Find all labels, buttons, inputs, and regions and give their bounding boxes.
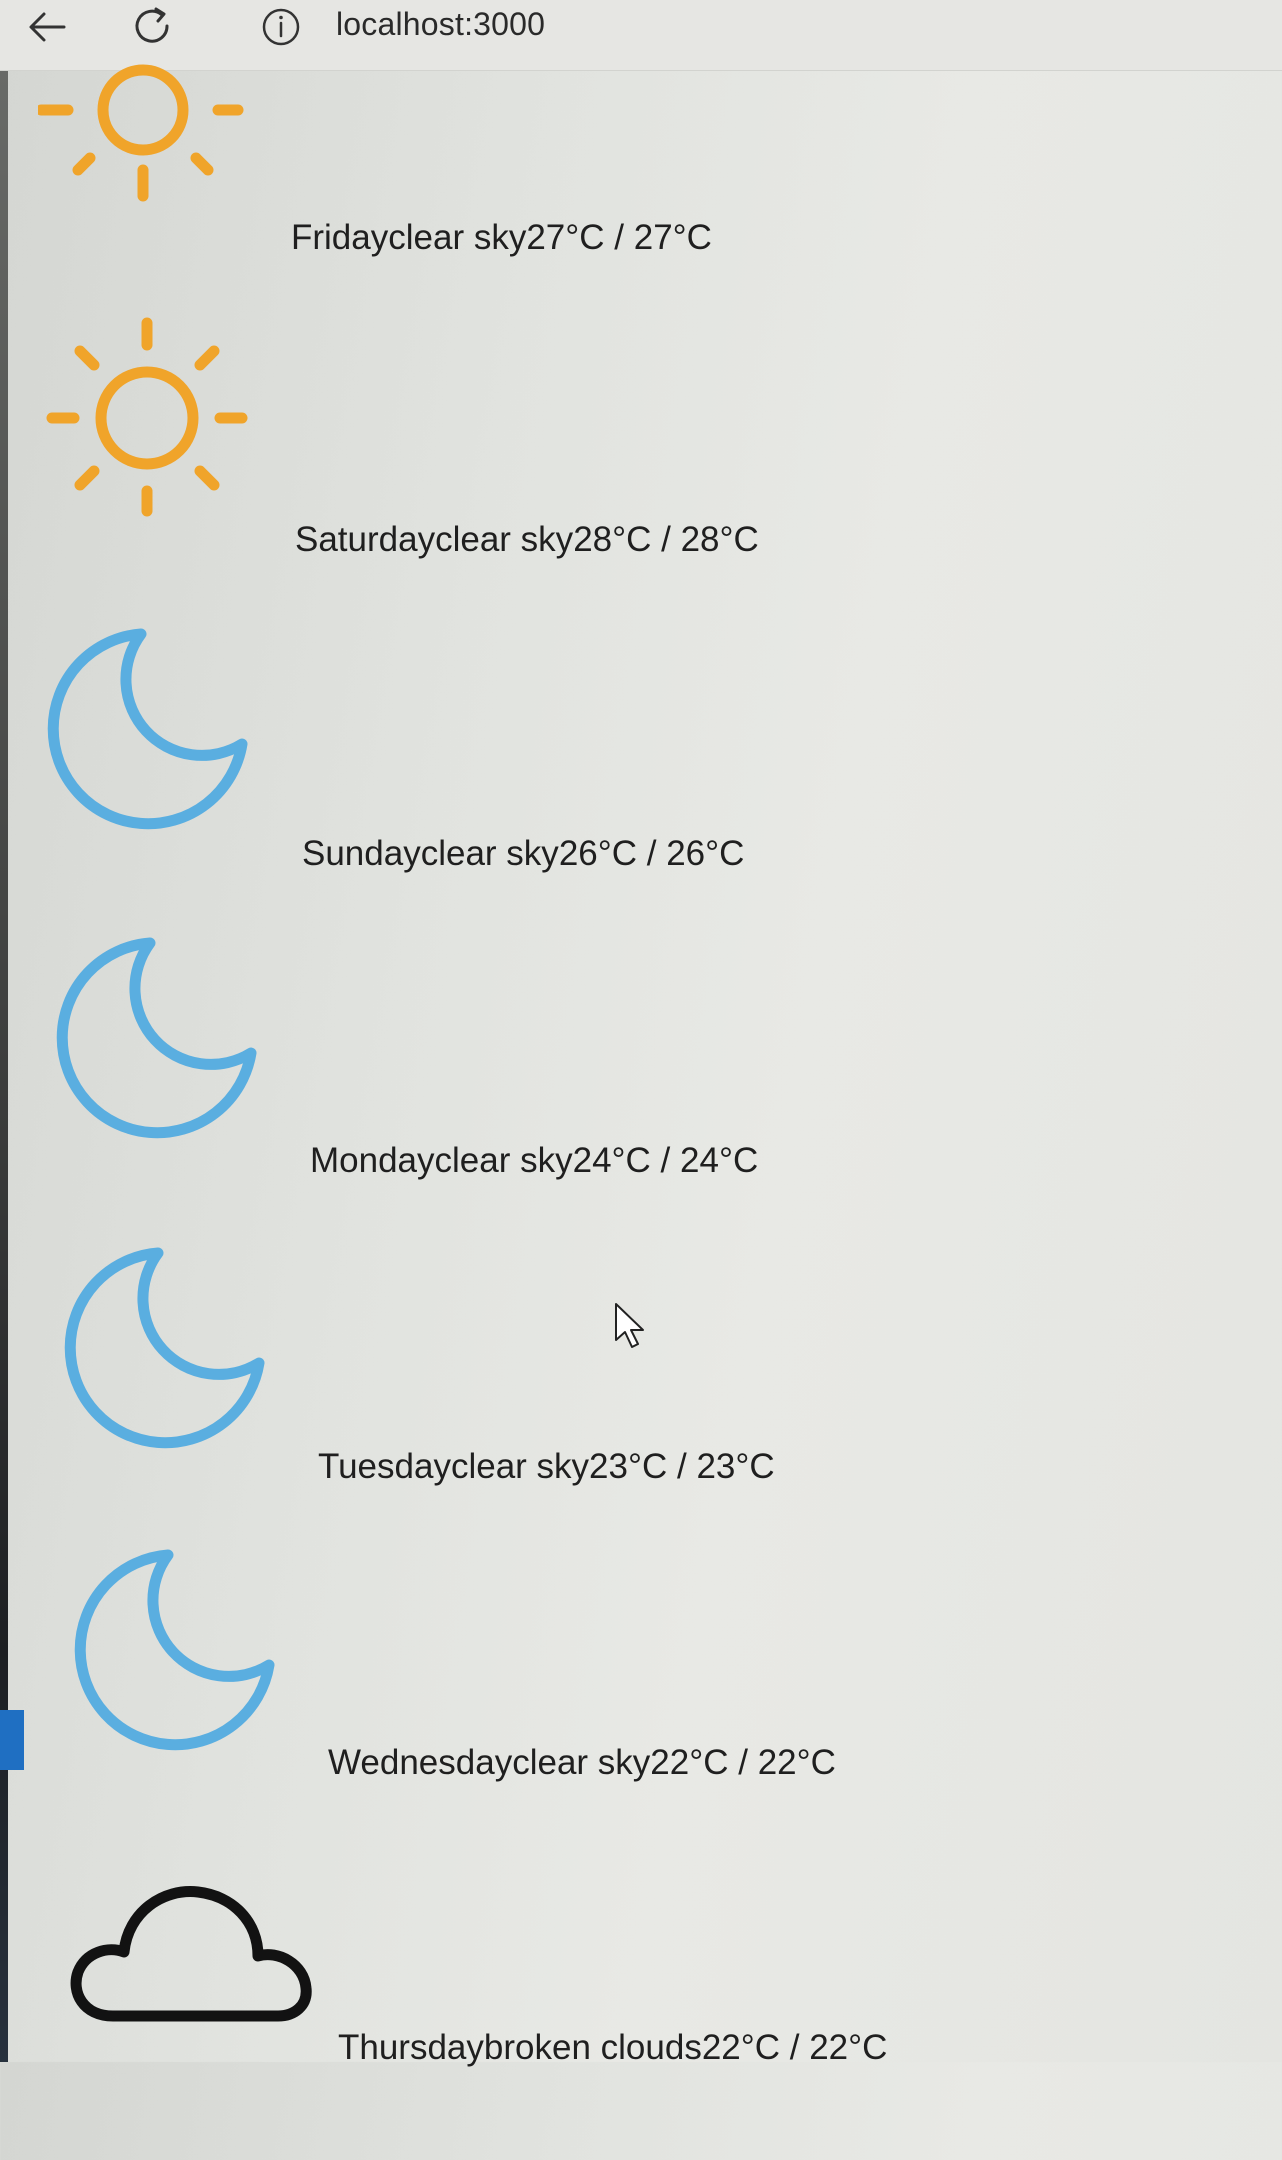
moon-icon [56, 937, 257, 1139]
temp-separator: / [667, 1447, 697, 1486]
sun-icon [38, 64, 244, 202]
temp-max: 23°C [589, 1447, 668, 1486]
weather-description: clear sky [450, 1447, 590, 1486]
temp-min: 22°C [757, 1743, 836, 1782]
forecast-item: Saturdayclear sky28°C / 28°C [42, 315, 1142, 615]
weather-description: clear sky [512, 1743, 651, 1782]
forecast-item: Tuesdayclear sky23°C / 23°C [63, 1243, 1163, 1543]
temp-max: 26°C [558, 834, 638, 873]
temp-separator: / [604, 218, 634, 257]
forecast-item: Fridayclear sky27°C / 27°C [38, 30, 1138, 330]
forecast-list: Fridayclear sky27°C / 27°C Saturdayclear… [0, 0, 1282, 2067]
day-name: Wednesday [328, 1743, 513, 1782]
sun-icon [46, 317, 248, 517]
temp-min: 28°C [680, 520, 759, 559]
forecast-text: Fridayclear sky27°C / 27°C [291, 218, 712, 258]
cloud-icon [70, 1886, 312, 2022]
day-name: Monday [310, 1141, 435, 1180]
temp-min: 26°C [666, 834, 745, 873]
forecast-item: Mondayclear sky24°C / 24°C [55, 933, 1155, 1233]
weather-description: clear sky [435, 520, 574, 559]
weather-description: clear sky [420, 834, 559, 873]
weather-description: clear sky [434, 1141, 573, 1180]
weather-description: broken clouds [483, 2028, 702, 2067]
forecast-text: Sundayclear sky26°C / 26°C [302, 834, 744, 874]
moon-icon [74, 1549, 275, 1751]
temp-max: 22°C [650, 1743, 729, 1782]
temp-separator: / [651, 520, 681, 559]
temp-separator: / [728, 1743, 758, 1782]
day-name: Sunday [302, 834, 421, 873]
day-name: Friday [291, 218, 389, 257]
forecast-text: Thursdaybroken clouds22°C / 22°C [338, 2028, 887, 2068]
forecast-text: Tuesdayclear sky23°C / 23°C [318, 1447, 775, 1487]
moon-icon [47, 628, 248, 830]
temp-max: 27°C [526, 218, 605, 257]
temp-separator: / [650, 1141, 681, 1180]
forecast-item: Thursdaybroken clouds22°C / 22°C [68, 1860, 1168, 2160]
day-name: Saturday [295, 520, 436, 559]
forecast-text: Mondayclear sky24°C / 24°C [310, 1141, 758, 1181]
moon-icon [64, 1247, 265, 1449]
temp-max: 28°C [573, 520, 652, 559]
temp-min: 24°C [680, 1141, 759, 1180]
temp-max: 22°C [701, 2028, 781, 2067]
temp-min: 22°C [809, 2028, 888, 2067]
temp-separator: / [780, 2028, 810, 2067]
day-name: Thursday [338, 2028, 484, 2067]
weather-description: clear sky [388, 218, 527, 257]
day-name: Tuesday [318, 1447, 451, 1486]
forecast-item: Sundayclear sky26°C / 26°C [46, 624, 1146, 924]
temp-min: 27°C [633, 218, 712, 257]
temp-min: 23°C [696, 1447, 775, 1486]
forecast-item: Wednesdayclear sky22°C / 22°C [73, 1545, 1173, 1845]
temp-separator: / [637, 834, 667, 873]
forecast-text: Wednesdayclear sky22°C / 22°C [328, 1743, 836, 1783]
mouse-cursor-icon [615, 1303, 644, 1348]
temp-max: 24°C [572, 1141, 651, 1180]
forecast-text: Saturdayclear sky28°C / 28°C [295, 520, 759, 560]
